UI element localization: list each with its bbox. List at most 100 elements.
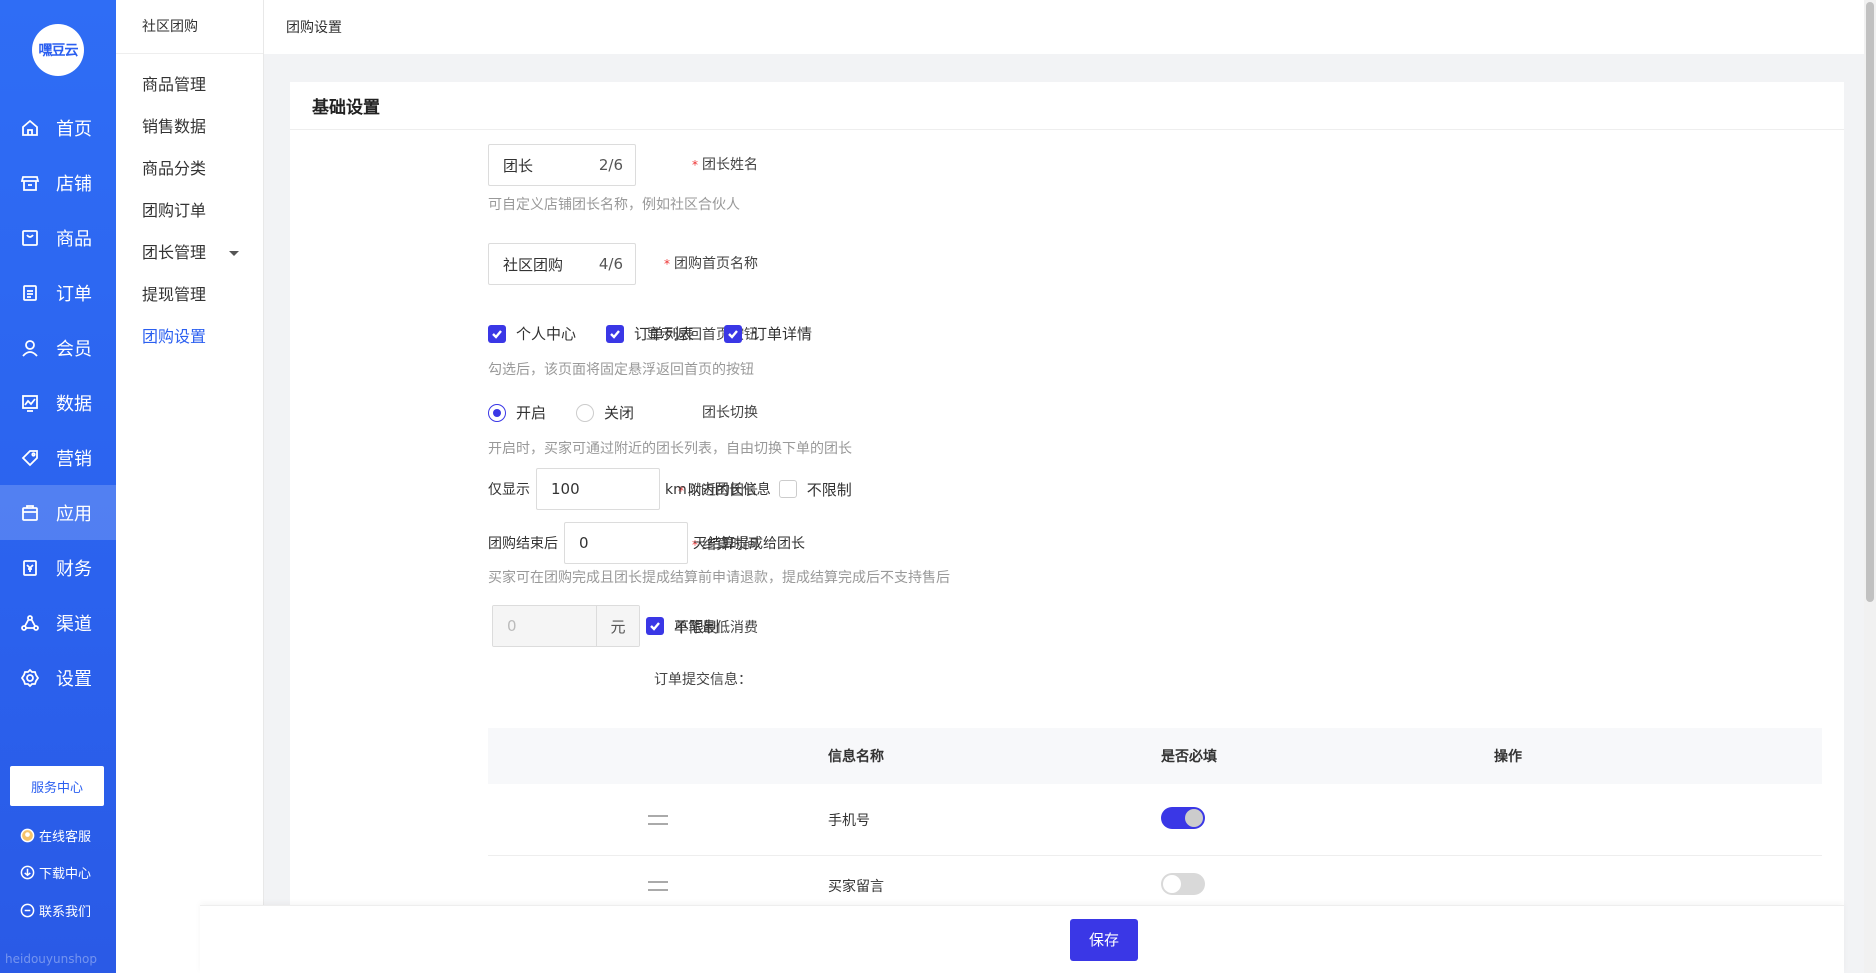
download-center-link[interactable]: 下载中心: [20, 863, 91, 882]
main-nav: 首页 店铺 商品 订单 会员 数据 营销 应用 财务 渠道 设置: [0, 100, 116, 705]
checkbox-order-list[interactable]: 订单列表: [606, 323, 694, 344]
table-header: 信息名称 是否必填 操作: [488, 728, 1822, 784]
nav-item-marketing[interactable]: 营销: [0, 430, 116, 485]
caret-down-icon: [229, 251, 239, 256]
home-name-value: 社区团购: [503, 255, 564, 274]
required-toggle[interactable]: [1161, 806, 1205, 829]
checkbox-checked-icon: [488, 324, 506, 343]
online-service-label: 在线客服: [39, 830, 92, 845]
nav-item-home[interactable]: 首页: [0, 100, 116, 155]
nav-label: 营销: [56, 448, 92, 470]
min-spend-value: 0: [493, 606, 597, 646]
nearby-prefix: 仅显示: [488, 482, 530, 498]
watermark: heidouyunshop: [5, 952, 98, 966]
table-row: 手机号: [488, 784, 1822, 856]
settings-card: 基础设置 * 团长姓名 团长 2/6 可自定义店铺团长名称，例如社区合伙人 * 团购…: [290, 82, 1844, 973]
subnav-item-goods[interactable]: 商品管理: [116, 64, 263, 106]
col-header-required: 是否必填: [1161, 749, 1217, 765]
contact-us-link[interactable]: 联系我们: [20, 901, 91, 920]
nav-item-settings[interactable]: 设置: [0, 650, 116, 705]
home-name-label: * 团购首页名称: [664, 256, 758, 272]
goods-icon: [20, 228, 40, 248]
subnav-item-category[interactable]: 商品分类: [116, 148, 263, 190]
subnav-item-label: 团长管理: [142, 243, 207, 262]
breadcrumb: 团购设置: [286, 20, 342, 36]
home-name-input[interactable]: 社区团购 4/6: [488, 243, 636, 285]
nav-label: 店铺: [56, 173, 92, 195]
main-sidebar: 嘿豆云 首页 店铺 商品 订单 会员 数据 营销 应用 财务 渠道 设置 服务中…: [0, 0, 116, 973]
settings-icon: [20, 668, 40, 688]
subnav-item-settings[interactable]: 团购设置: [116, 316, 263, 358]
leader-name-value: 团长: [503, 156, 534, 175]
online-service-link[interactable]: 在线客服: [20, 826, 91, 845]
chart-icon: [20, 393, 40, 413]
brand-logo[interactable]: 嘿豆云: [32, 24, 84, 76]
nav-item-order[interactable]: 订单: [0, 265, 116, 320]
sub-sidebar: 社区团购 商品管理 销售数据 商品分类 团购订单 团长管理 提现管理 团购设置: [116, 0, 264, 973]
store-icon: [20, 173, 40, 193]
subnav-item-sales[interactable]: 销售数据: [116, 106, 263, 148]
leader-switch-label: 团长切换: [702, 405, 758, 421]
nav-item-channel[interactable]: 渠道: [0, 595, 116, 650]
checkbox-checked-icon: [606, 324, 625, 343]
subnav-item-orders[interactable]: 团购订单: [116, 190, 263, 232]
nav-label: 渠道: [56, 613, 92, 635]
download-center-label: 下载中心: [39, 867, 92, 882]
settle-days-input[interactable]: 0: [564, 522, 688, 564]
settle-prefix: 团购结束后: [488, 536, 558, 552]
radio-off[interactable]: 关闭: [576, 402, 634, 423]
radio-unselected-icon: [576, 403, 595, 422]
nav-item-member[interactable]: 会员: [0, 320, 116, 375]
nav-item-finance[interactable]: 财务: [0, 540, 116, 595]
checkbox-unchecked-icon: [778, 480, 797, 498]
tag-icon: [20, 448, 40, 468]
radio-on[interactable]: 开启: [488, 402, 546, 423]
nav-label: 设置: [56, 668, 92, 690]
radio-selected-icon: [488, 403, 506, 422]
leader-name-input[interactable]: 团长 2/6: [488, 144, 636, 186]
contact-us-label: 联系我们: [39, 905, 92, 920]
nav-item-apps[interactable]: 应用: [0, 485, 116, 540]
card-title: 基础设置: [290, 82, 1844, 130]
contact-icon: [20, 903, 35, 918]
checkbox-nearby-unlimited[interactable]: 不限制: [778, 479, 852, 500]
char-count: 2/6: [598, 156, 623, 174]
home-icon: [20, 118, 40, 138]
nav-label: 订单: [56, 283, 92, 305]
service-center-button[interactable]: 服务中心: [10, 766, 104, 806]
footer-bar: 保存: [200, 905, 1844, 973]
nav-item-data[interactable]: 数据: [0, 375, 116, 430]
member-icon: [20, 338, 40, 358]
char-count: 4/6: [598, 255, 623, 273]
nav-item-goods[interactable]: 商品: [0, 210, 116, 265]
required-toggle[interactable]: [1161, 873, 1205, 895]
nearby-km-input[interactable]: 100: [536, 468, 660, 510]
min-spend-input[interactable]: 0 元: [492, 605, 640, 647]
channel-icon: [20, 613, 40, 633]
nearby-suffix: km以内团长信息: [665, 482, 771, 498]
subnav-item-leaders[interactable]: 团长管理: [116, 232, 263, 274]
checkbox-checked-icon: [724, 324, 743, 343]
app-icon: [20, 503, 40, 523]
checkbox-order-detail[interactable]: 订单详情: [724, 323, 812, 344]
save-button[interactable]: 保存: [1070, 918, 1138, 961]
checkbox-personal-center[interactable]: 个人中心: [488, 323, 576, 344]
drag-handle-icon[interactable]: [648, 881, 668, 891]
settle-suffix: 天结算提成给团长: [693, 536, 805, 552]
nav-label: 财务: [56, 558, 92, 580]
leader-name-label: * 团长姓名: [692, 157, 758, 173]
checkbox-min-spend-unlimited[interactable]: 不限制: [646, 616, 719, 637]
page-header: 团购设置: [264, 0, 1876, 54]
scrollbar-thumb[interactable]: [1866, 2, 1874, 602]
order-icon: [20, 283, 40, 303]
min-spend-unit: 元: [597, 606, 639, 646]
leader-name-hint: 可自定义店铺团长名称，例如社区合伙人: [488, 197, 740, 213]
row-name: 手机号: [828, 812, 870, 829]
nav-item-store[interactable]: 店铺: [0, 155, 116, 210]
order-info-table: 信息名称 是否必填 操作 手机号 买家留言: [488, 728, 1822, 916]
avatar-icon: [20, 828, 35, 843]
download-icon: [20, 865, 35, 880]
drag-handle-icon[interactable]: [648, 814, 668, 825]
nav-label: 商品: [56, 228, 92, 250]
subnav-item-withdraw[interactable]: 提现管理: [116, 274, 263, 316]
